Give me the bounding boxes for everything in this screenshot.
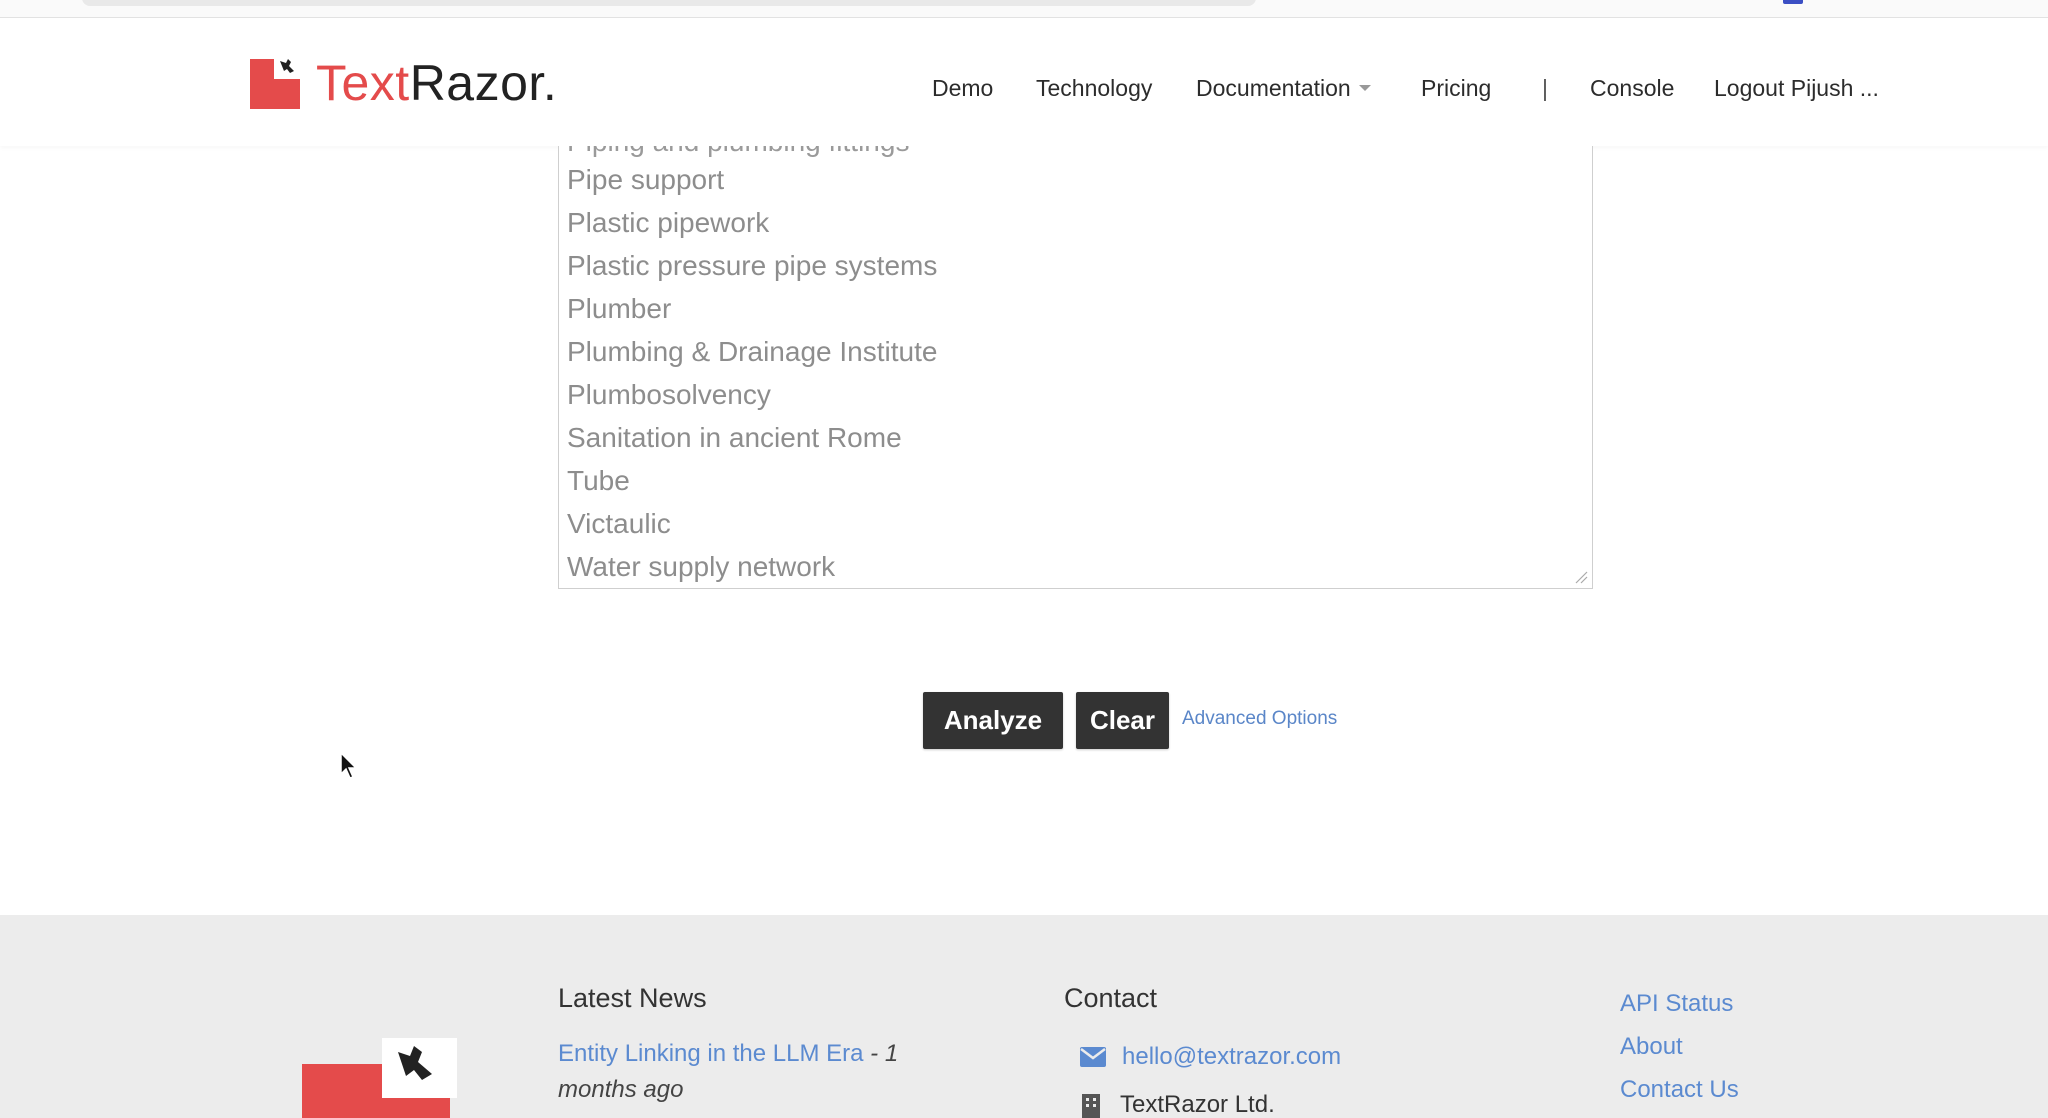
entity-item: Plumbing & Drainage Institute xyxy=(567,336,938,367)
nav-separator: | xyxy=(1542,74,1548,101)
nav-console[interactable]: Console xyxy=(1590,68,1674,108)
entity-item-partial: Piping and plumbing fittings xyxy=(567,146,909,158)
nav-pricing[interactable]: Pricing xyxy=(1421,68,1491,108)
entity-item: Plastic pipework xyxy=(567,207,770,238)
footer-link-about[interactable]: About xyxy=(1620,1033,1683,1061)
extension-icon[interactable] xyxy=(1783,0,1803,4)
news-age-line: months ago xyxy=(558,1076,684,1103)
contact-heading: Contact xyxy=(1064,983,1158,1013)
building-icon xyxy=(1082,1094,1100,1118)
contact-email-row: hello@textrazor.com xyxy=(1080,1043,1341,1071)
news-item: Entity Linking in the LLM Era - 1 xyxy=(558,1040,898,1068)
entity-item: Plumbosolvency xyxy=(567,379,771,410)
entity-item: Sanitation in ancient Rome xyxy=(567,422,902,453)
nav-logout[interactable]: Logout Pijush ... xyxy=(1714,68,1879,108)
contact-company-row: TextRazor Ltd. xyxy=(1080,1091,1275,1118)
brand-name-part1: Text xyxy=(316,55,410,111)
mouse-cursor-icon xyxy=(340,752,358,779)
entity-item: Water supply network xyxy=(567,551,836,582)
nav-documentation[interactable]: Documentation xyxy=(1196,68,1371,108)
footer-link-api-status[interactable]: API Status xyxy=(1620,990,1733,1018)
brand-name-suffix: . xyxy=(542,55,558,111)
brand-name: TextRazor. xyxy=(316,54,557,112)
brand-name-part2: Razor xyxy=(409,55,543,111)
caret-down-icon xyxy=(1358,85,1371,91)
footer-logo-icon xyxy=(302,1038,457,1118)
nav-technology[interactable]: Technology xyxy=(1036,68,1152,108)
address-bar[interactable] xyxy=(82,0,1256,6)
textrazor-logo-icon xyxy=(250,57,302,109)
entity-list-textarea[interactable]: Piping and plumbing fittings Pipe suppor… xyxy=(558,146,1593,589)
entity-item: Pipe support xyxy=(567,164,725,195)
entity-item: Tube xyxy=(567,465,630,496)
clear-button[interactable]: Clear xyxy=(1076,692,1169,749)
news-age: 1 xyxy=(884,1040,899,1067)
footer-link-contact-us[interactable]: Contact Us xyxy=(1620,1076,1739,1104)
news-dash: - xyxy=(863,1040,885,1067)
entity-item: Victaulic xyxy=(567,508,671,539)
advanced-options-link[interactable]: Advanced Options xyxy=(1182,708,1337,730)
contact-email-link[interactable]: hello@textrazor.com xyxy=(1122,1043,1341,1071)
entity-item: Plastic pressure pipe systems xyxy=(567,250,938,281)
browser-chrome-strip xyxy=(0,0,2048,18)
nav-demo[interactable]: Demo xyxy=(932,68,993,108)
entity-item: Plumber xyxy=(567,293,672,324)
footer: Latest News Entity Linking in the LLM Er… xyxy=(0,915,2048,1118)
top-navbar: TextRazor. Demo Technology Documentation… xyxy=(0,18,2048,146)
resize-handle-icon[interactable] xyxy=(1574,570,1588,584)
news-link[interactable]: Entity Linking in the LLM Era xyxy=(558,1040,864,1067)
latest-news-heading: Latest News xyxy=(558,983,707,1013)
contact-company: TextRazor Ltd. xyxy=(1120,1091,1275,1118)
brand-logo[interactable]: TextRazor. xyxy=(250,54,557,112)
mail-icon xyxy=(1080,1047,1106,1067)
analyze-button[interactable]: Analyze xyxy=(923,692,1063,749)
